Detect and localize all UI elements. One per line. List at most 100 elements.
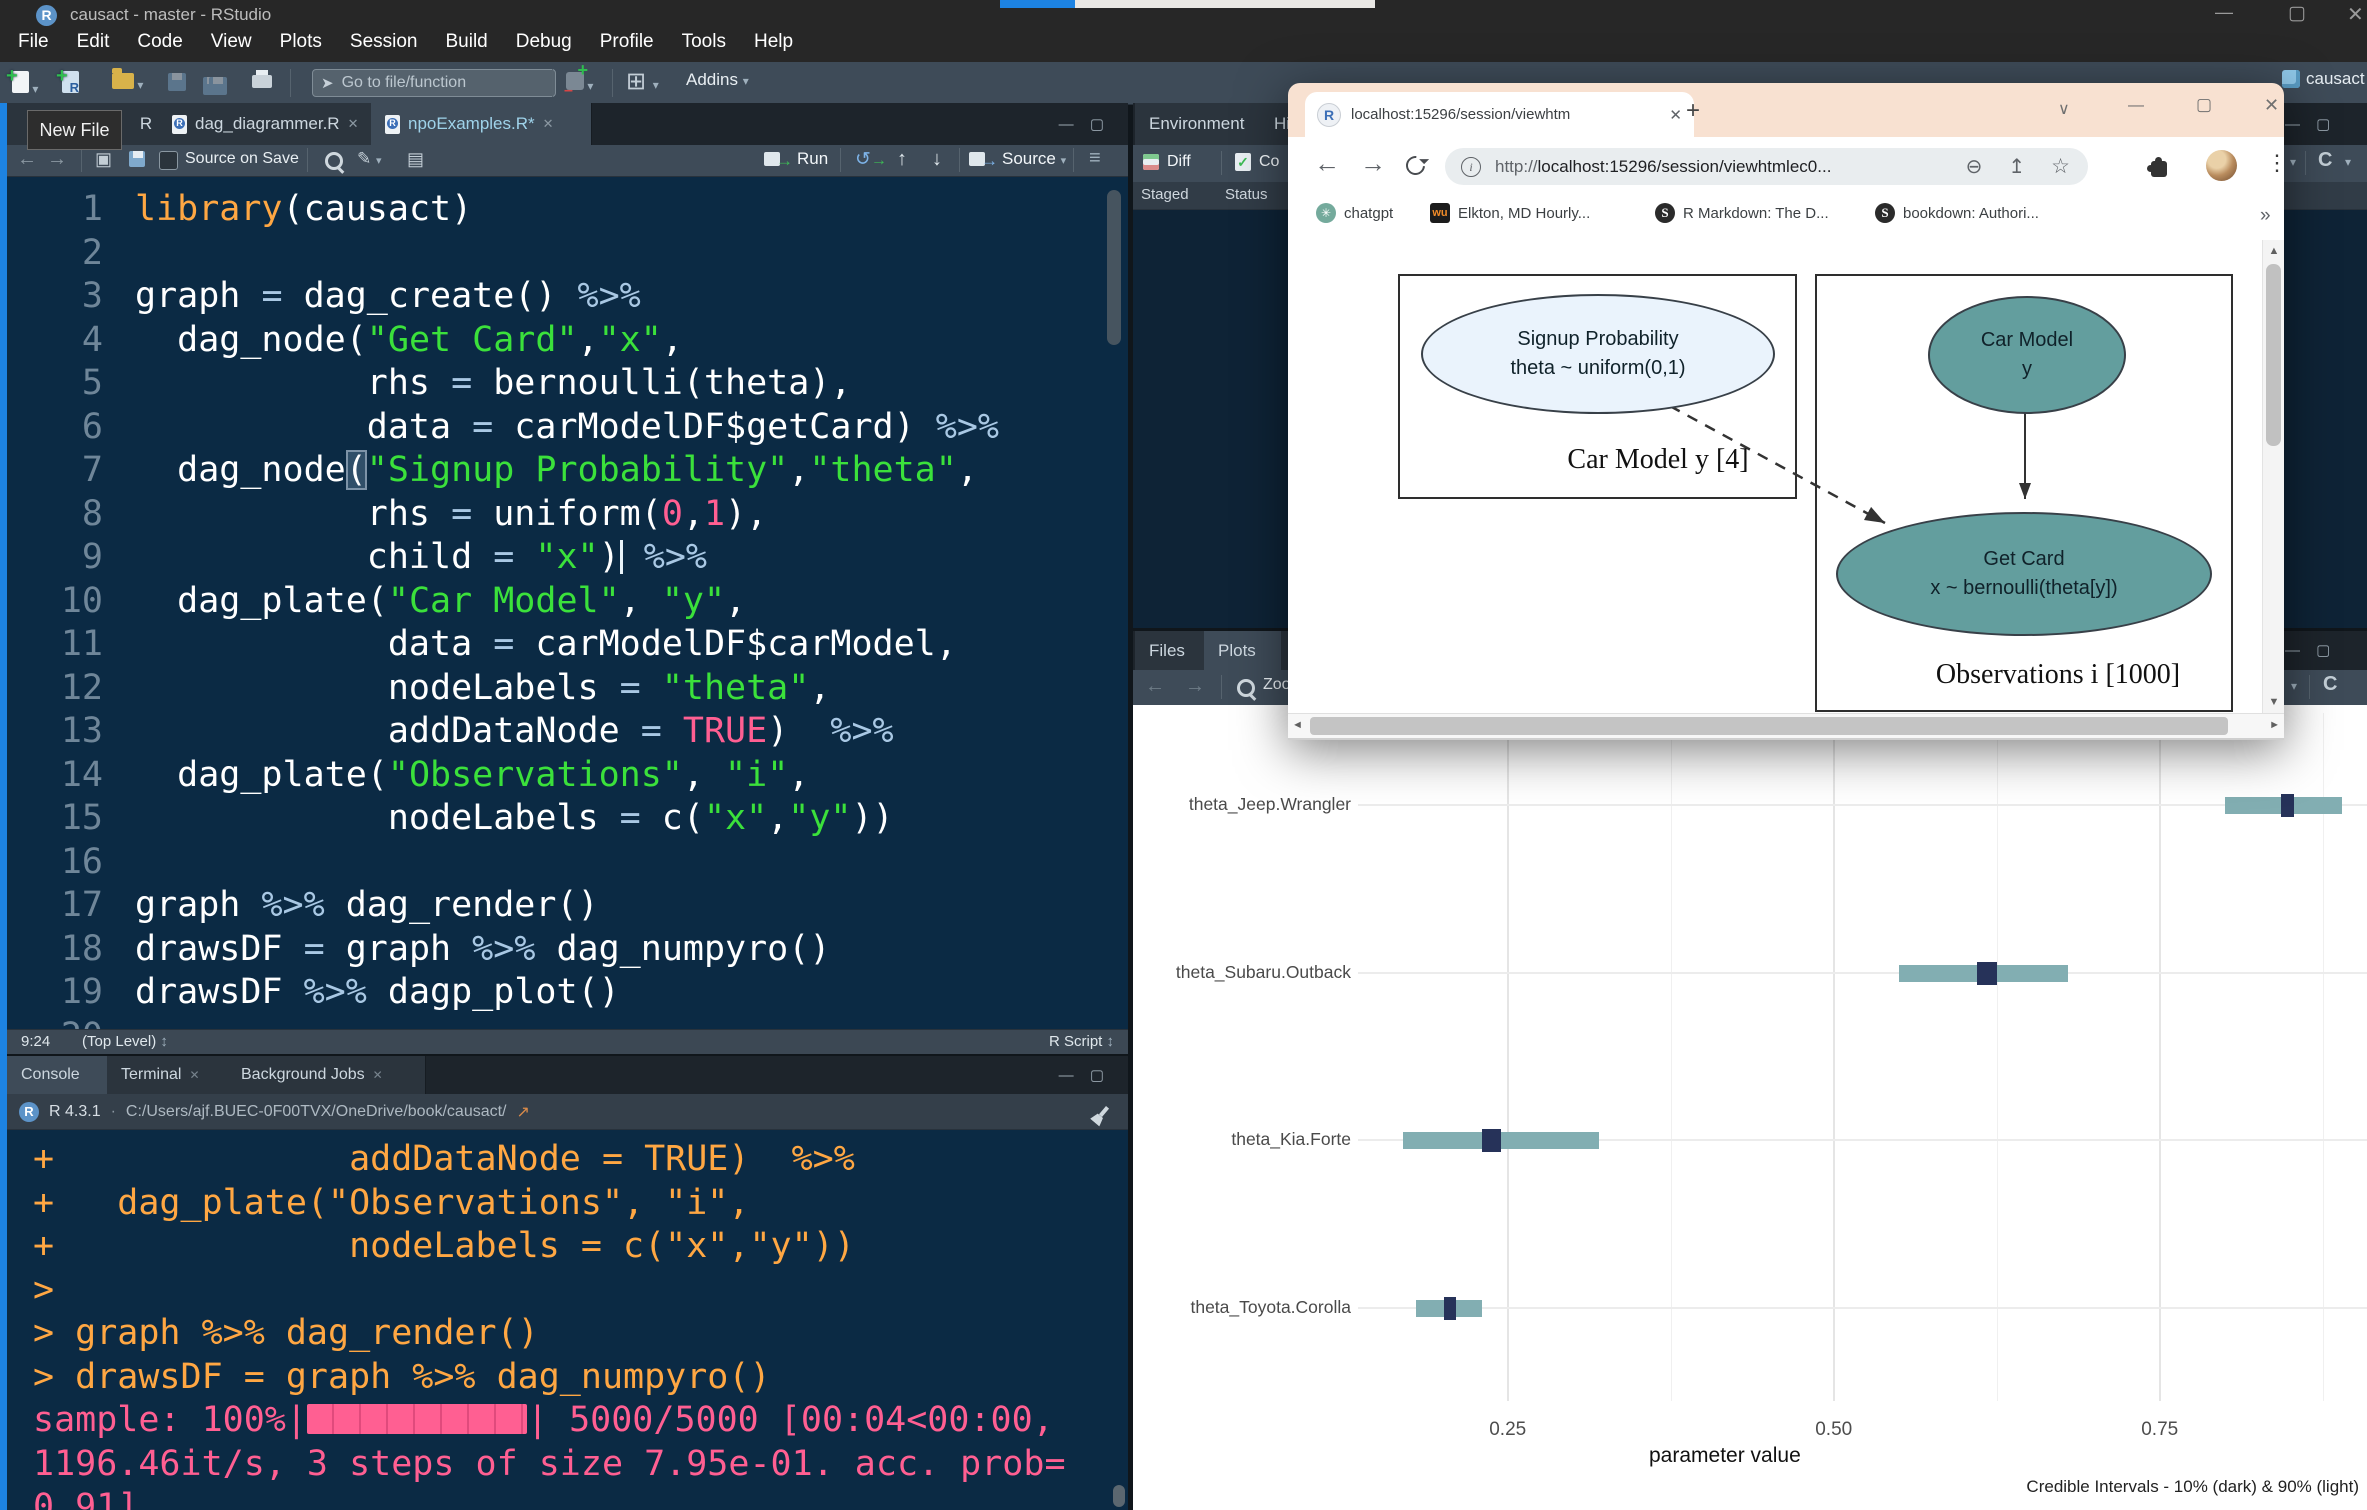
new-tab-button[interactable]: + (1686, 97, 1700, 125)
code-line-12[interactable]: 12 nodeLabels = "theta", (7, 667, 1128, 711)
bookmark-chatgpt[interactable]: ✳chatgpt (1316, 203, 1393, 223)
code-line-11[interactable]: 11 data = carModelDF$carModel, (7, 623, 1128, 667)
window-close-button[interactable]: ✕ (2347, 2, 2364, 27)
zoom-out-icon[interactable]: ⊖ (1966, 154, 1983, 179)
browser-maximize-button[interactable]: ▢ (2196, 95, 2212, 115)
zoom-plot-icon[interactable] (1237, 679, 1255, 697)
back-icon[interactable]: ← (17, 148, 37, 171)
run-previous-icon[interactable]: ↑ (897, 148, 907, 171)
popout-icon[interactable]: ▣ (95, 149, 112, 170)
publish-more[interactable]: ▾ (2291, 679, 2297, 693)
code-line-1[interactable]: 1library(causact) (7, 188, 1128, 232)
editor-tab-dag-diagrammer[interactable]: Rdag_diagrammer.R✕ (158, 103, 397, 145)
menu-plots[interactable]: Plots (266, 26, 336, 58)
menu-file[interactable]: File (4, 26, 63, 58)
code-line-17[interactable]: 17graph %>% dag_render() (7, 884, 1128, 928)
browser-reload-icon[interactable] (1402, 152, 1429, 179)
window-minimize-button[interactable]: — (2215, 2, 2233, 23)
commit-button[interactable]: ✓ Co (1235, 153, 1279, 171)
print-button[interactable] (252, 75, 272, 93)
source-icon[interactable]: → (969, 151, 998, 171)
git-dropdown-button[interactable]: ▾ (566, 72, 593, 95)
code-line-6[interactable]: 6 data = carModelDF$getCard) %>% (7, 406, 1128, 450)
project-menu-button[interactable]: causact (2282, 69, 2365, 89)
browser-forward-icon[interactable]: → (1360, 148, 1386, 179)
save-all-button[interactable] (203, 73, 227, 100)
source-on-save-checkbox[interactable] (159, 151, 178, 170)
git-refresh-icon[interactable]: C (2318, 149, 2332, 172)
code-line-4[interactable]: 4 dag_node("Get Card","x", (7, 319, 1128, 363)
file-type-selector[interactable]: R Script ↕ (1049, 1033, 1114, 1050)
goto-file-input[interactable]: ➤ Go to file/function (312, 69, 556, 97)
menu-code[interactable]: Code (123, 26, 196, 58)
hscroll-thumb[interactable] (1310, 717, 2228, 735)
code-line-9[interactable]: 9 child = "x") %>% (7, 536, 1128, 580)
browser-minimize-button[interactable]: — (2128, 97, 2144, 115)
browser-back-icon[interactable]: ← (1314, 148, 1340, 179)
new-file-button[interactable]: + ▾ (12, 71, 38, 98)
save-icon[interactable] (129, 151, 145, 172)
browser-menu-icon[interactable]: ⋮ (2266, 150, 2288, 176)
console-scrollbar[interactable] (1113, 1485, 1125, 1507)
browser-close-button[interactable]: ✕ (2264, 95, 2279, 116)
code-line-3[interactable]: 3graph = dag_create() %>% (7, 275, 1128, 319)
code-line-14[interactable]: 14 dag_plate("Observations", "i", (7, 754, 1128, 798)
scroll-left-icon[interactable]: ◄ (1292, 719, 1303, 731)
addins-dropdown[interactable]: Addins ▾ (686, 70, 749, 90)
tab-search-chevron[interactable]: ∨ (2058, 99, 2070, 119)
clear-console-icon[interactable] (1099, 1106, 1109, 1117)
pane-minmax-buttons[interactable]: — ▢ (2285, 115, 2336, 133)
pane-minmax-buttons[interactable]: — ▢ (1059, 115, 1110, 133)
browser-tab[interactable]: R localhost:15296/session/viewhtm ✕ (1305, 92, 1694, 137)
outline-icon[interactable]: ≡ (1089, 147, 1101, 170)
pane-minmax-buttons[interactable]: — ▢ (2285, 641, 2336, 659)
close-icon[interactable]: ✕ (543, 116, 554, 132)
git-refresh-more[interactable]: ▾ (2345, 155, 2351, 169)
save-button[interactable] (168, 73, 186, 96)
run-icon[interactable]: → (764, 151, 793, 171)
menu-help[interactable]: Help (740, 26, 807, 58)
bookmark-star-icon[interactable]: ☆ (2051, 154, 2070, 179)
editor-tab-npoexamples[interactable]: RnpoExamples.R*✕ (371, 103, 592, 145)
new-project-button[interactable]: +R (62, 71, 79, 98)
bookmark-bookdown[interactable]: Sbookdown: Authori... (1875, 203, 2039, 223)
compile-report-icon[interactable]: ▤ (407, 149, 424, 170)
rerun-icon[interactable]: ↺→ (855, 148, 887, 171)
code-line-5[interactable]: 5 rhs = bernoulli(theta), (7, 362, 1128, 406)
run-button[interactable]: Run (797, 149, 828, 169)
code-line-13[interactable]: 13 addDataNode = TRUE) %>% (7, 710, 1128, 754)
bookmark-bookdown[interactable]: SR Markdown: The D... (1655, 203, 1829, 223)
source-button[interactable]: Source ▾ (1002, 149, 1066, 169)
scroll-up-icon[interactable]: ▲ (2263, 240, 2284, 257)
code-line-18[interactable]: 18drawsDF = graph %>% dag_numpyro() (7, 928, 1128, 972)
run-next-icon[interactable]: ↓ (932, 148, 942, 171)
find-icon[interactable] (325, 152, 343, 170)
tab-close-icon[interactable]: ✕ (1669, 106, 1682, 124)
code-editor[interactable]: 1library(causact)23graph = dag_create() … (7, 176, 1128, 1041)
close-icon[interactable]: ✕ (189, 1068, 199, 1082)
menu-session[interactable]: Session (336, 26, 432, 58)
plot-forward-icon[interactable]: → (1185, 675, 1205, 698)
code-line-7[interactable]: 7 dag_node("Signup Probability","theta", (7, 449, 1128, 493)
open-folder-link-icon[interactable]: ↗ (517, 1102, 530, 1122)
menu-view[interactable]: View (197, 26, 266, 58)
open-file-button[interactable]: ▾ (112, 73, 143, 94)
browser-hscrollbar[interactable]: ◄ ► (1288, 713, 2284, 739)
address-bar[interactable]: i http://localhost:15296/session/viewhtm… (1445, 148, 2088, 185)
code-tools-icon[interactable]: ✎ ▾ (357, 149, 382, 169)
code-line-16[interactable]: 16 (7, 841, 1128, 885)
code-line-8[interactable]: 8 rhs = uniform(0,1), (7, 493, 1128, 537)
browser-vscrollbar[interactable]: ▲ ▼ (2262, 240, 2284, 713)
menu-debug[interactable]: Debug (502, 26, 586, 58)
code-line-10[interactable]: 10 dag_plate("Car Model", "y", (7, 580, 1128, 624)
profile-avatar[interactable] (2206, 150, 2237, 181)
close-icon[interactable]: ✕ (373, 1068, 383, 1082)
scroll-down-icon[interactable]: ▼ (2263, 696, 2284, 708)
site-info-icon[interactable]: i (1461, 157, 1481, 177)
menu-profile[interactable]: Profile (586, 26, 668, 58)
code-line-2[interactable]: 2 (7, 232, 1128, 276)
diff-button[interactable]: Diff (1143, 153, 1191, 171)
panes-layout-button[interactable]: ⊞ ▾ (626, 67, 659, 96)
menu-build[interactable]: Build (432, 26, 502, 58)
tab-background-jobs[interactable]: Background Jobs✕ (227, 1056, 426, 1094)
